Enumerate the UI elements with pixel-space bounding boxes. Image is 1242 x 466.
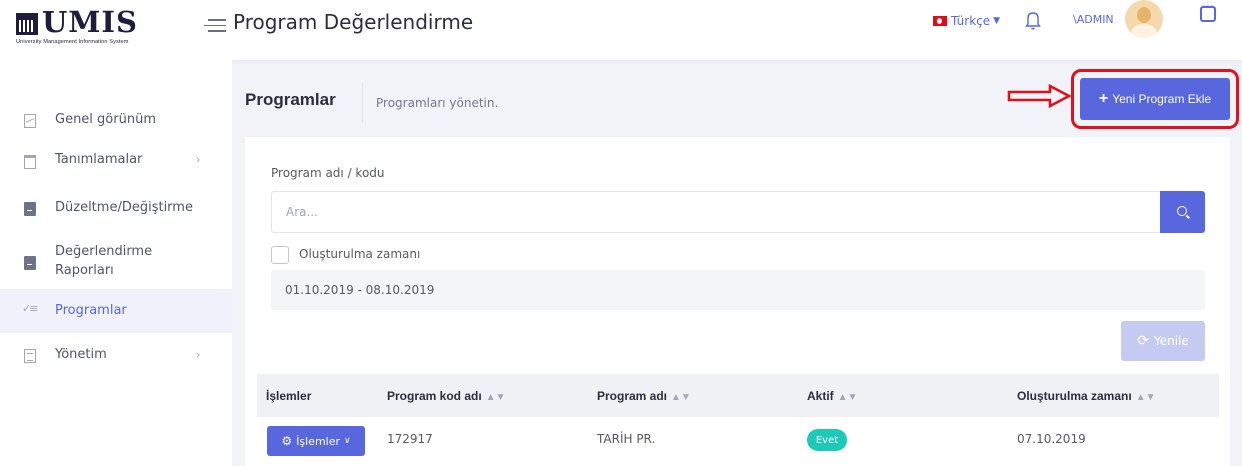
- sort-icon: ▲▼: [671, 392, 691, 403]
- menu-toggle-icon[interactable]: [204, 19, 226, 33]
- sidebar-item-label: Yönetim: [55, 347, 107, 362]
- add-program-button[interactable]: + Yeni Program Ekle: [1080, 78, 1230, 120]
- search-input[interactable]: Ara...: [271, 191, 1161, 233]
- sidebar-item-label: Düzeltme/Değiştirme: [55, 200, 193, 215]
- column-header-olusturulma[interactable]: Oluşturulma zamanı ▲▼: [1017, 389, 1156, 403]
- date-range-input[interactable]: 01.10.2019 - 08.10.2019: [271, 270, 1205, 310]
- page-title: Programlar: [245, 90, 336, 109]
- subheader-divider: [362, 83, 363, 123]
- chevron-down-icon: ▼: [993, 16, 1001, 26]
- user-name[interactable]: \ADMIN: [1073, 13, 1114, 26]
- row-actions-button[interactable]: ⚙ İşlemler ∨: [267, 426, 365, 456]
- gear-icon: ⚙: [281, 434, 293, 448]
- document-icon: [24, 202, 36, 216]
- logo-subtitle: University Management Information System: [16, 39, 129, 45]
- red-arrow-annotation-icon: [1007, 84, 1072, 108]
- program-field-label: Program adı / kodu: [271, 166, 385, 180]
- sidebar-item-duzeltme[interactable]: Düzeltme/Değiştirme: [0, 196, 232, 222]
- column-header-aktif[interactable]: Aktif ▲▼: [807, 389, 857, 403]
- created-date-checkbox[interactable]: [271, 246, 289, 264]
- sidebar-item-degerlendirme-raporlari[interactable]: Değerlendirme Raporları: [0, 240, 232, 284]
- chart-icon: [24, 114, 36, 128]
- sort-icon: ▲▼: [1135, 392, 1156, 403]
- checklist-icon: [22, 302, 36, 319]
- turkey-flag-icon: [933, 16, 947, 26]
- sidebar-item-yonetim[interactable]: Yönetim ›: [0, 344, 232, 370]
- sidebar-item-genel-gorunum[interactable]: Genel görünüm: [0, 107, 232, 133]
- page-description: Programları yönetin.: [376, 96, 499, 110]
- sidebar: Genel görünüm Tanımlamalar › Düzeltme/De…: [0, 60, 232, 466]
- user-avatar[interactable]: [1125, 0, 1163, 38]
- refresh-button[interactable]: ⟳ Yenile: [1121, 321, 1205, 361]
- column-header-program-adi[interactable]: Program adı ▲▼: [597, 389, 691, 403]
- sidebar-item-label: Genel görünüm: [55, 112, 156, 127]
- column-header-islemler: İşlemler: [266, 389, 312, 403]
- document-icon: [24, 256, 36, 270]
- language-label: Türkçe: [951, 14, 991, 28]
- sidebar-item-programlar[interactable]: Programlar: [0, 289, 232, 333]
- chevron-right-icon: ›: [196, 153, 201, 166]
- refresh-label: Yenile: [1153, 334, 1189, 348]
- sidebar-item-label: Programlar: [55, 303, 127, 318]
- active-status-badge: Evet: [807, 429, 847, 451]
- sort-icon: ▲▼: [485, 392, 506, 403]
- chat-icon[interactable]: [1200, 2, 1216, 22]
- plus-icon: +: [1098, 90, 1109, 107]
- language-selector[interactable]: Türkçe ▼: [933, 14, 1000, 28]
- cell-program-code: 172917: [387, 432, 433, 446]
- bell-icon[interactable]: [1025, 9, 1041, 31]
- sidebar-item-tanimlamalar[interactable]: Tanımlamalar ›: [0, 149, 232, 175]
- add-program-label: Yeni Program Ekle: [1112, 92, 1212, 106]
- search-button[interactable]: [1160, 191, 1205, 233]
- chevron-down-icon: ∨: [344, 436, 351, 446]
- refresh-icon: ⟳: [1137, 333, 1149, 349]
- university-building-icon: [16, 13, 38, 35]
- sidebar-item-label: Değerlendirme Raporları: [55, 244, 153, 278]
- umis-logo[interactable]: UMIS University Management Information S…: [16, 6, 206, 56]
- created-date-label: Oluşturulma zamanı: [299, 247, 421, 261]
- app-title: Program Değerlendirme: [233, 10, 474, 34]
- cell-program-name: TARİH PR.: [597, 432, 656, 446]
- cell-created-date: 07.10.2019: [1017, 432, 1086, 446]
- sort-icon: ▲▼: [837, 392, 858, 403]
- column-header-program-kod[interactable]: Program kod adı ▲▼: [387, 389, 505, 403]
- chevron-right-icon: ›: [196, 348, 201, 361]
- sidebar-item-label: Tanımlamalar: [55, 152, 143, 167]
- top-header: UMIS University Management Information S…: [0, 0, 1242, 60]
- folder-icon: [24, 155, 36, 169]
- logo-text: UMIS: [42, 5, 138, 39]
- settings-panel-icon: [24, 349, 36, 363]
- row-actions-label: İşlemler: [296, 434, 341, 448]
